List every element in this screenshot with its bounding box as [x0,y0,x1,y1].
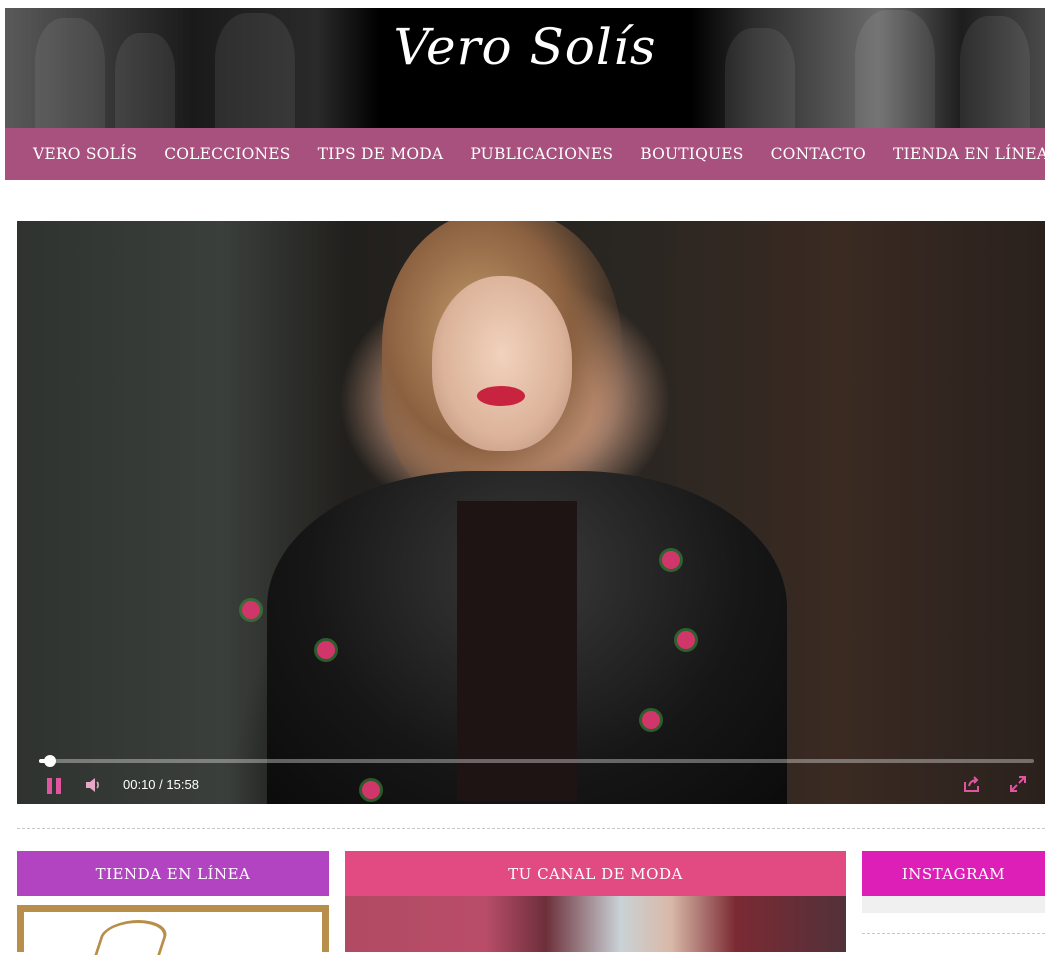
time-separator: / [159,777,163,792]
nav-item-tienda-en-linea[interactable]: Tienda en Línea [866,145,1045,163]
video-controls: 00:10 / 15:58 [17,773,1045,797]
instagram-widget-title[interactable]: Instagram [862,851,1045,896]
video-frame-flower [662,551,680,569]
canal-widget-title[interactable]: Tu Canal de Moda [345,851,846,896]
video-frame-shirt [457,501,577,801]
video-frame-flower [642,711,660,729]
tienda-widget-title[interactable]: Tienda en Línea [17,851,329,896]
video-player[interactable]: 00:10 / 15:58 [17,221,1045,804]
header-banner: Vero Solís [5,8,1045,128]
duration: 15:58 [166,777,199,792]
section-divider [17,828,1045,829]
video-progress-handle[interactable] [43,755,56,767]
video-frame-flower [242,601,260,619]
nav-item-publicaciones[interactable]: Publicaciones [443,145,613,163]
video-frame-lips [477,386,525,406]
share-icon[interactable] [963,775,981,797]
canal-widget-image[interactable] [345,896,846,952]
fullscreen-icon[interactable] [1009,775,1027,797]
nav-item-colecciones[interactable]: Colecciones [137,145,290,163]
video-frame-flower [317,641,335,659]
nav-item-boutiques[interactable]: Boutiques [613,145,743,163]
instagram-widget-body [862,896,1045,913]
site-logo[interactable]: Vero Solís [5,18,1045,76]
video-frame-face [432,276,572,451]
current-time: 00:10 [123,777,156,792]
main-nav: Vero Solís Colecciones Tips de Moda Publ… [5,128,1045,180]
video-time: 00:10 / 15:58 [123,777,199,792]
instagram-divider [862,933,1045,934]
video-frame-flower [677,631,695,649]
tienda-widget-image[interactable] [17,905,329,952]
nav-item-tips-de-moda[interactable]: Tips de Moda [291,145,444,163]
pause-icon[interactable] [47,778,63,794]
volume-icon[interactable] [85,777,103,797]
nav-item-vero-solis[interactable]: Vero Solís [5,145,137,163]
nav-item-contacto[interactable]: Contacto [744,145,866,163]
video-progress-bar[interactable] [39,755,1034,767]
